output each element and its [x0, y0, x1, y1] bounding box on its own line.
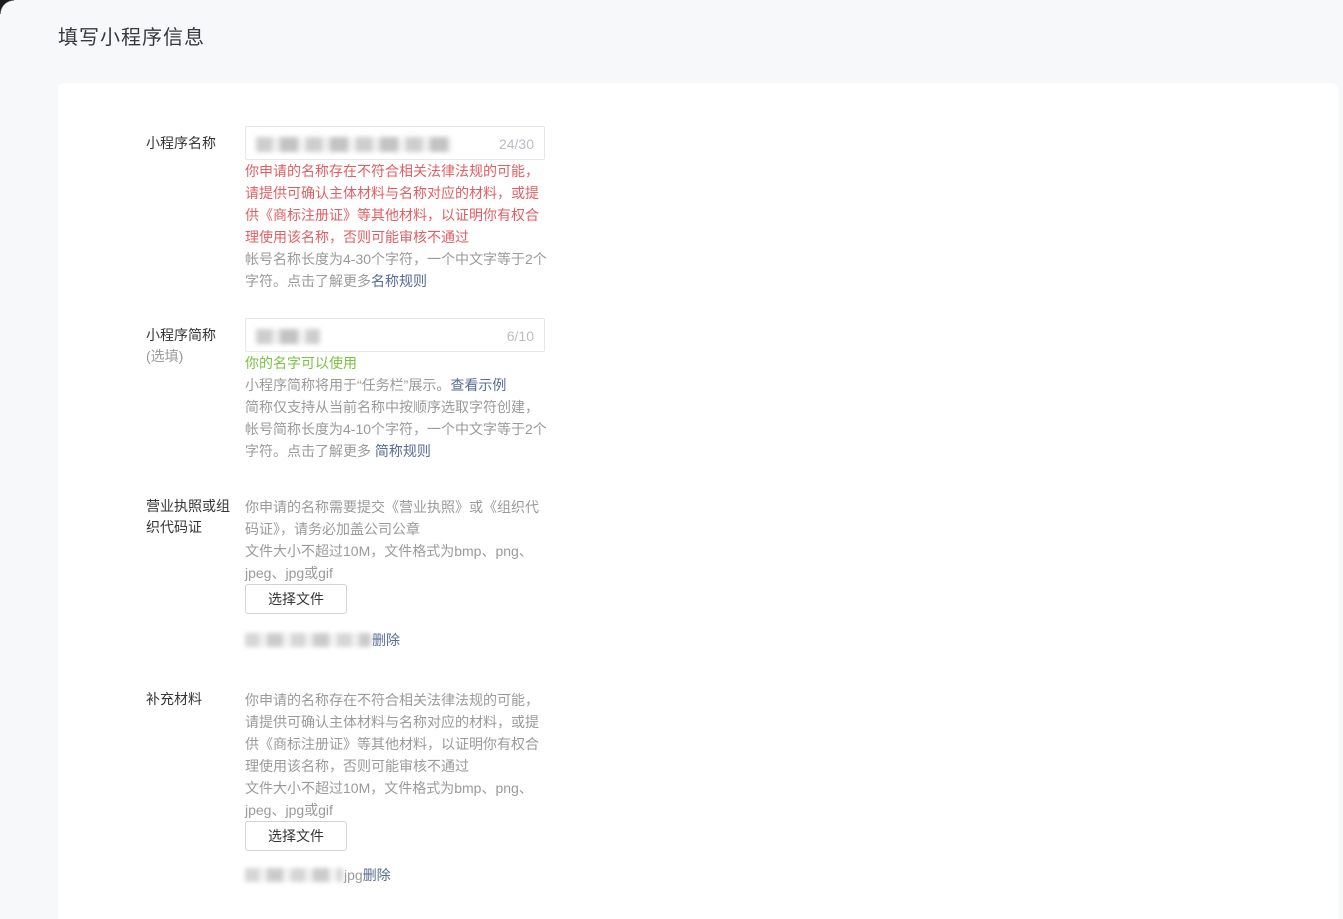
short-name-rules-link[interactable]: 简称规则 — [375, 443, 431, 459]
supplement-label-col: 补充材料 — [146, 689, 245, 886]
short-name-label-col: 小程序简称 (选填) — [146, 318, 245, 462]
name-rules-link[interactable]: 名称规则 — [371, 273, 427, 289]
page-title: 填写小程序信息 — [58, 21, 205, 50]
form-card: 小程序名称 24/30 你申请的名称存在不符合相关法律法规的可能，请提供可确认主… — [58, 83, 1338, 919]
window-corner — [0, 0, 14, 14]
form-row-name: 小程序名称 24/30 你申请的名称存在不符合相关法律法规的可能，请提供可确认主… — [146, 126, 1338, 292]
supplement-field-label: 补充材料 — [146, 689, 237, 710]
supplement-filename-suffix: jpg — [344, 864, 363, 886]
name-field-label: 小程序名称 — [146, 126, 237, 154]
name-input[interactable]: 24/30 — [245, 126, 545, 160]
name-help-text: 帐号名称长度为4-30个字符，一个中文字等于2个字符。点击了解更多名称规则 — [245, 248, 547, 292]
short-name-help-line1: 小程序简称将用于“任务栏”展示。查看示例 — [245, 374, 547, 396]
supplement-desc-2: 文件大小不超过10M，文件格式为bmp、png、jpeg、jpg或gif — [245, 777, 547, 821]
license-delete-link[interactable]: 删除 — [372, 629, 400, 651]
name-error-message: 你申请的名称存在不符合相关法律法规的可能，请提供可确认主体材料与名称对应的材料，… — [245, 160, 547, 248]
supplement-desc-1: 你申请的名称存在不符合相关法律法规的可能，请提供可确认主体材料与名称对应的材料，… — [245, 689, 547, 777]
miniprogram-info-form: 小程序名称 24/30 你申请的名称存在不符合相关法律法规的可能，请提供可确认主… — [58, 83, 1338, 886]
short-name-optional-label: (选填) — [146, 346, 237, 367]
form-row-short-name: 小程序简称 (选填) 6/10 你的名字可以使用 小程序简称将用于“任务栏”展示… — [146, 318, 1338, 462]
view-example-link[interactable]: 查看示例 — [450, 377, 506, 393]
short-name-input[interactable]: 6/10 — [245, 318, 545, 352]
name-char-counter: 24/30 — [499, 136, 534, 152]
short-name-success-message: 你的名字可以使用 — [245, 352, 547, 374]
name-label-col: 小程序名称 — [146, 126, 245, 292]
license-choose-file-button[interactable]: 选择文件 — [245, 584, 347, 614]
license-desc-2: 文件大小不超过10M，文件格式为bmp、png、jpeg、jpg或gif — [245, 540, 547, 584]
form-row-license: 营业执照或组织代码证 你申请的名称需要提交《营业执照》或《组织代码证》，请务必加… — [146, 496, 1338, 651]
license-filename-redacted — [245, 633, 371, 647]
short-name-help-line2: 简称仅支持从当前名称中按顺序选取字符创建，帐号简称长度为4-10个字符，一个中文… — [245, 396, 547, 462]
short-name-input-redacted-value — [256, 329, 320, 344]
license-desc-1: 你申请的名称需要提交《营业执照》或《组织代码证》，请务必加盖公司公章 — [245, 496, 547, 540]
supplement-filename-redacted — [245, 868, 343, 882]
license-uploaded-file-row: 删除 — [245, 629, 547, 651]
name-input-redacted-value — [256, 137, 452, 152]
license-field-label: 营业执照或组织代码证 — [146, 496, 237, 538]
short-name-char-counter: 6/10 — [507, 328, 534, 344]
supplement-delete-link[interactable]: 删除 — [363, 864, 391, 886]
supplement-uploaded-file-row: jpg 删除 — [245, 864, 547, 886]
form-row-supplement: 补充材料 你申请的名称存在不符合相关法律法规的可能，请提供可确认主体材料与名称对… — [146, 689, 1338, 886]
license-label-col: 营业执照或组织代码证 — [146, 496, 245, 651]
short-name-field-label: 小程序简称 — [146, 318, 237, 346]
supplement-choose-file-button[interactable]: 选择文件 — [245, 821, 347, 851]
